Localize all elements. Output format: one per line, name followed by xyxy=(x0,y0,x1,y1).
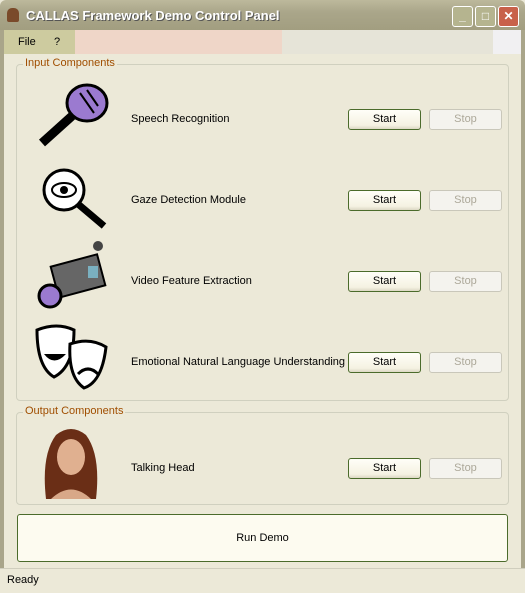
gaze-start-button[interactable]: Start xyxy=(348,190,421,211)
talking-head-start-button[interactable]: Start xyxy=(348,458,421,479)
menu-file[interactable]: File xyxy=(18,36,36,48)
input-group-label: Input Components xyxy=(23,57,117,69)
window-title: CALLAS Framework Demo Control Panel xyxy=(26,8,280,23)
video-camera-icon xyxy=(37,241,107,309)
emotional-nlu-stop-button[interactable]: Stop xyxy=(429,352,502,373)
maximize-button[interactable]: □ xyxy=(475,6,496,27)
talking-head-label: Talking Head xyxy=(131,462,195,474)
video-start-button[interactable]: Start xyxy=(348,271,421,292)
main-window: CALLAS Framework Demo Control Panel _ □ … xyxy=(0,0,525,593)
gaze-stop-button[interactable]: Stop xyxy=(429,190,502,211)
eye-magnifier-icon xyxy=(42,168,107,229)
output-group-label: Output Components xyxy=(23,405,126,417)
talking-head-stop-button[interactable]: Stop xyxy=(429,458,502,479)
app-icon xyxy=(7,8,19,22)
speech-start-button[interactable]: Start xyxy=(348,109,421,130)
theater-masks-icon xyxy=(35,324,108,390)
run-demo-button[interactable]: Run Demo xyxy=(17,514,508,562)
menu-bar: File ? xyxy=(4,30,521,54)
window-frame-left xyxy=(0,30,4,592)
emotional-nlu-label: Emotional Natural Language Understanding xyxy=(131,356,346,368)
window-frame-right xyxy=(521,30,525,592)
minimize-button[interactable]: _ xyxy=(452,6,473,27)
woman-avatar-icon xyxy=(44,429,98,499)
close-button[interactable]: ✕ xyxy=(498,6,519,27)
menu-help[interactable]: ? xyxy=(54,36,60,48)
speech-stop-button[interactable]: Stop xyxy=(429,109,502,130)
status-text: Ready xyxy=(7,574,39,586)
video-feature-label: Video Feature Extraction xyxy=(131,275,252,287)
emotional-nlu-start-button[interactable]: Start xyxy=(348,352,421,373)
title-bar[interactable]: CALLAS Framework Demo Control Panel _ □ … xyxy=(0,0,525,30)
microphone-icon xyxy=(38,83,109,147)
video-stop-button[interactable]: Stop xyxy=(429,271,502,292)
gaze-detection-label: Gaze Detection Module xyxy=(131,194,246,206)
status-bar: Ready xyxy=(0,568,525,593)
speech-recognition-label: Speech Recognition xyxy=(131,113,230,125)
